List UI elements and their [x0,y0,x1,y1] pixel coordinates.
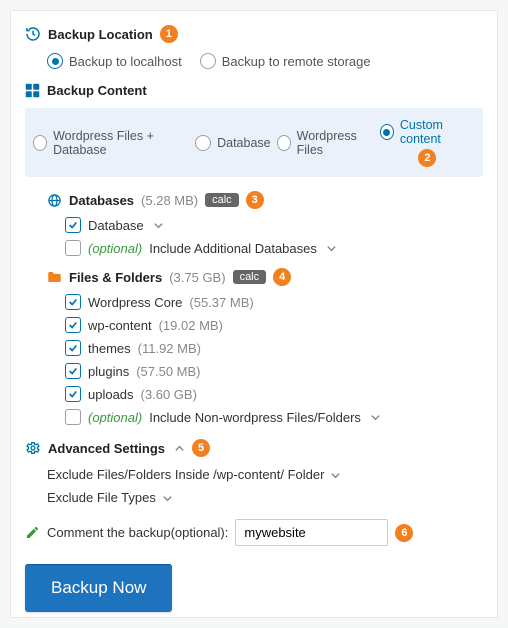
annotation-4: 4 [273,268,291,286]
item-size: (3.60 GB) [141,387,197,402]
globe-icon [47,193,62,208]
backup-location-options: Backup to localhost Backup to remote sto… [25,53,483,69]
calc-button-files[interactable]: calc [233,270,267,284]
item-label: uploads [88,387,134,402]
databases-group-heading: Databases (5.28 MB) calc 3 [25,191,483,209]
radio-label: Wordpress Files + Database [53,129,189,157]
optional-label: (optional) [88,410,142,425]
check-uploads[interactable] [65,386,81,402]
item-label: Include Non-wordpress Files/Folders [149,410,361,425]
check-themes[interactable] [65,340,81,356]
gear-icon [25,440,41,456]
radio-backup-remote[interactable]: Backup to remote storage [200,53,371,69]
radio-custom-content[interactable]: Custom content [380,118,475,146]
folder-icon [47,270,62,284]
backup-content-title: Backup Content [47,83,147,98]
chevron-down-icon[interactable] [370,412,381,423]
radio-label: Wordpress Files [297,129,374,157]
radio-label: Backup to remote storage [222,54,371,69]
files-size: (3.75 GB) [169,270,225,285]
comment-row: Comment the backup(optional): 6 [25,519,483,546]
edit-icon [25,525,40,540]
exclude-folders-label: Exclude Files/Folders Inside /wp-content… [47,467,324,482]
exclude-folders-row[interactable]: Exclude Files/Folders Inside /wp-content… [47,467,483,482]
exclude-types-row[interactable]: Exclude File Types [47,490,483,505]
radio-label: Database [217,136,271,150]
radio-files-database[interactable]: Wordpress Files + Database [33,129,189,157]
comment-input[interactable] [235,519,388,546]
item-label: wp-content [88,318,152,333]
backup-location-heading: Backup Location 1 [25,25,483,43]
files-title: Files & Folders [69,270,162,285]
annotation-6: 6 [395,524,413,542]
chevron-down-icon[interactable] [153,220,164,231]
radio-backup-localhost[interactable]: Backup to localhost [47,53,182,69]
grid-icon [25,83,40,98]
item-size: (55.37 MB) [189,295,253,310]
radio-wordpress-files[interactable]: Wordpress Files [277,129,374,157]
advanced-settings-heading[interactable]: Advanced Settings 5 [25,439,483,457]
files-group-heading: Files & Folders (3.75 GB) calc 4 [25,268,483,286]
item-label: Database [88,218,144,233]
item-size: (11.92 MB) [138,341,201,356]
item-size: (57.50 MB) [136,364,200,379]
history-icon [25,26,41,42]
item-label: Include Additional Databases [149,241,317,256]
annotation-2: 2 [418,149,436,167]
annotation-1: 1 [160,25,178,43]
exclude-types-label: Exclude File Types [47,490,156,505]
item-label: themes [88,341,131,356]
check-wp-content[interactable] [65,317,81,333]
chevron-down-icon [162,493,173,504]
check-plugins[interactable] [65,363,81,379]
radio-database[interactable]: Database [195,135,271,151]
advanced-title: Advanced Settings [48,441,165,456]
backup-location-title: Backup Location [48,27,153,42]
comment-label: Comment the backup(optional): [47,525,228,540]
item-label: plugins [88,364,129,379]
radio-label: Backup to localhost [69,54,182,69]
chevron-up-icon [174,443,185,454]
item-label: Wordpress Core [88,295,182,310]
backup-now-button[interactable]: Backup Now [25,564,172,612]
check-database[interactable] [65,217,81,233]
backup-content-options: Wordpress Files + Database Database Word… [25,108,483,177]
chevron-down-icon [330,470,341,481]
backup-panel: Backup Location 1 Backup to localhost Ba… [10,10,498,618]
radio-label: Custom content [400,118,475,146]
annotation-5: 5 [192,439,210,457]
databases-title: Databases [69,193,134,208]
calc-button-databases[interactable]: calc [205,193,239,207]
check-non-wordpress-files[interactable] [65,409,81,425]
check-wordpress-core[interactable] [65,294,81,310]
item-size: (19.02 MB) [159,318,223,333]
databases-size: (5.28 MB) [141,193,198,208]
check-additional-databases[interactable] [65,240,81,256]
chevron-down-icon[interactable] [326,243,337,254]
annotation-3: 3 [246,191,264,209]
backup-content-heading: Backup Content [25,83,483,98]
optional-label: (optional) [88,241,142,256]
